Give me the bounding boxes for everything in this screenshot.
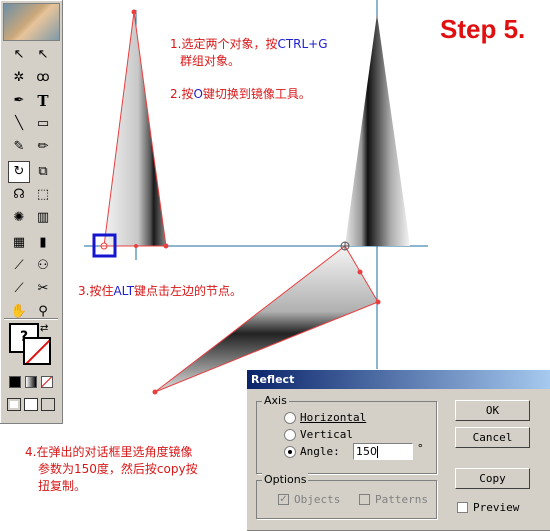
magic-wand-tool-icon[interactable]: ✲ bbox=[8, 67, 30, 89]
color-mode-gradient-icon[interactable] bbox=[25, 376, 37, 388]
color-mode-color-icon[interactable] bbox=[9, 376, 21, 388]
copy-button[interactable]: Copy bbox=[455, 468, 530, 489]
rotate-tool-icon[interactable]: ↻ bbox=[8, 161, 30, 183]
toolbox-header-image[interactable] bbox=[3, 3, 60, 41]
horizontal-radio[interactable] bbox=[284, 412, 296, 424]
left-cone-anchor-right[interactable] bbox=[163, 243, 169, 249]
options-group-label: Options bbox=[262, 473, 309, 486]
eyedropper-tool-icon[interactable]: ⟋ bbox=[8, 255, 30, 277]
degree-symbol: ° bbox=[417, 442, 424, 455]
lasso-tool-icon[interactable]: ꝏ bbox=[32, 67, 54, 89]
left-cone-anchor-top[interactable] bbox=[131, 9, 137, 15]
gradient-tool-icon[interactable]: ▮ bbox=[32, 232, 54, 254]
note-4-line-3: 扭复制。 bbox=[38, 479, 87, 493]
reflected-cone-anchor-3[interactable] bbox=[375, 299, 381, 305]
pen-tool-icon[interactable]: ✒ bbox=[8, 90, 30, 112]
paintbrush-tool-icon[interactable]: ✎ bbox=[8, 136, 30, 158]
note-3: 3.按住ALT键点击左边的节点。 bbox=[78, 283, 242, 299]
color-mode-none-icon[interactable] bbox=[41, 376, 53, 388]
note-3-shortcut: ALT bbox=[113, 284, 135, 298]
left-cone-shape[interactable] bbox=[103, 11, 167, 247]
angle-radio[interactable] bbox=[284, 446, 296, 458]
horizontal-radio-label[interactable]: Horizontal bbox=[300, 411, 366, 424]
fill-stroke-swatch[interactable]: ? ⇄ bbox=[9, 323, 51, 365]
angle-radio-label[interactable]: Angle: bbox=[300, 445, 340, 458]
patterns-checkbox[interactable] bbox=[359, 494, 370, 505]
warp-tool-icon[interactable]: ☊ bbox=[8, 184, 30, 206]
scissors-tool-icon[interactable]: ✂ bbox=[32, 278, 54, 300]
pencil-tool-icon[interactable]: ✏ bbox=[32, 136, 54, 158]
toolbox-divider bbox=[4, 318, 58, 320]
screen-mode-full-icon[interactable] bbox=[41, 398, 55, 411]
selection-tool-icon[interactable]: ↖ bbox=[8, 44, 30, 66]
note-4-line-1: 4.在弹出的对话框里选角度镜像 bbox=[25, 445, 193, 459]
rectangle-tool-icon[interactable]: ▭ bbox=[32, 113, 54, 135]
swap-fill-stroke-icon[interactable]: ⇄ bbox=[40, 323, 48, 334]
preview-checkbox-label[interactable]: Preview bbox=[473, 501, 519, 514]
axis-group-label: Axis bbox=[262, 394, 289, 407]
note-2-text-a: 2.按 bbox=[170, 87, 194, 101]
note-1-line-1: 1.选定两个对象，按CTRL+G bbox=[170, 36, 328, 52]
patterns-checkbox-label[interactable]: Patterns bbox=[375, 493, 428, 506]
note-3-text-c: 键点击左边的节点。 bbox=[134, 284, 243, 298]
cancel-button[interactable]: Cancel bbox=[455, 427, 530, 448]
left-cone-anchor-mid[interactable] bbox=[134, 244, 138, 248]
scale-tool-icon[interactable]: ⧉ bbox=[32, 161, 54, 183]
stroke-swatch[interactable] bbox=[23, 337, 51, 365]
direct-selection-tool-icon[interactable]: ↖ bbox=[32, 44, 54, 66]
blend-tool-icon[interactable]: ⚇ bbox=[32, 255, 54, 277]
ok-button[interactable]: OK bbox=[455, 400, 530, 421]
angle-input[interactable]: 150 bbox=[353, 443, 413, 460]
reflect-origin-icon bbox=[340, 241, 350, 251]
objects-checkbox[interactable]: ✓ bbox=[278, 494, 289, 505]
note-1-line-2: 群组对象。 bbox=[180, 54, 241, 68]
note-2: 2.按O键切换到镜像工具。 bbox=[170, 86, 311, 102]
free-transform-tool-icon[interactable]: ⬚ bbox=[32, 184, 54, 206]
note-4-line-2: 参数为150度，然后按copy按 bbox=[38, 462, 198, 476]
right-cone-shape bbox=[345, 14, 410, 246]
dialog-title-bar[interactable]: Reflect bbox=[247, 370, 550, 389]
objects-checkbox-label[interactable]: Objects bbox=[294, 493, 340, 506]
line-tool-icon[interactable]: ╲ bbox=[8, 113, 30, 135]
step-heading: Step 5. bbox=[440, 14, 526, 44]
symbol-sprayer-tool-icon[interactable]: ✺ bbox=[8, 207, 30, 229]
column-graph-tool-icon[interactable]: ▥ bbox=[32, 207, 54, 229]
reflected-cone-anchor-2[interactable] bbox=[357, 269, 363, 275]
note-3-text-a: 3.按住 bbox=[78, 284, 114, 298]
note-1-shortcut: CTRL+G bbox=[277, 37, 328, 51]
toolbox-panel: ↖↖✲ꝏ✒T╲▭✎✏↻⧉☊⬚✺▥▦▮⟋⚇⟋✂✋⚲ ? ⇄ bbox=[0, 0, 63, 424]
preview-checkbox[interactable] bbox=[457, 502, 468, 513]
reflect-dialog: Reflect Axis Horizontal Vertical Angle: … bbox=[246, 369, 550, 531]
reflected-cone-anchor-1[interactable] bbox=[152, 389, 158, 395]
note-2-text-c: 键切换到镜像工具。 bbox=[202, 87, 311, 101]
screen-mode-standard-icon[interactable] bbox=[7, 398, 21, 411]
type-tool-icon[interactable]: T bbox=[32, 90, 54, 112]
angle-input-value: 150 bbox=[356, 445, 377, 458]
note-1-text-a: 1.选定两个对象，按 bbox=[170, 37, 278, 51]
vertical-radio-label[interactable]: Vertical bbox=[300, 428, 353, 441]
vertical-radio[interactable] bbox=[284, 429, 296, 441]
mesh-tool-icon[interactable]: ▦ bbox=[8, 232, 30, 254]
screen-mode-full-menu-icon[interactable] bbox=[24, 398, 38, 411]
slice-tool-icon[interactable]: ⟋ bbox=[8, 278, 30, 300]
note-2-shortcut: O bbox=[193, 87, 203, 101]
